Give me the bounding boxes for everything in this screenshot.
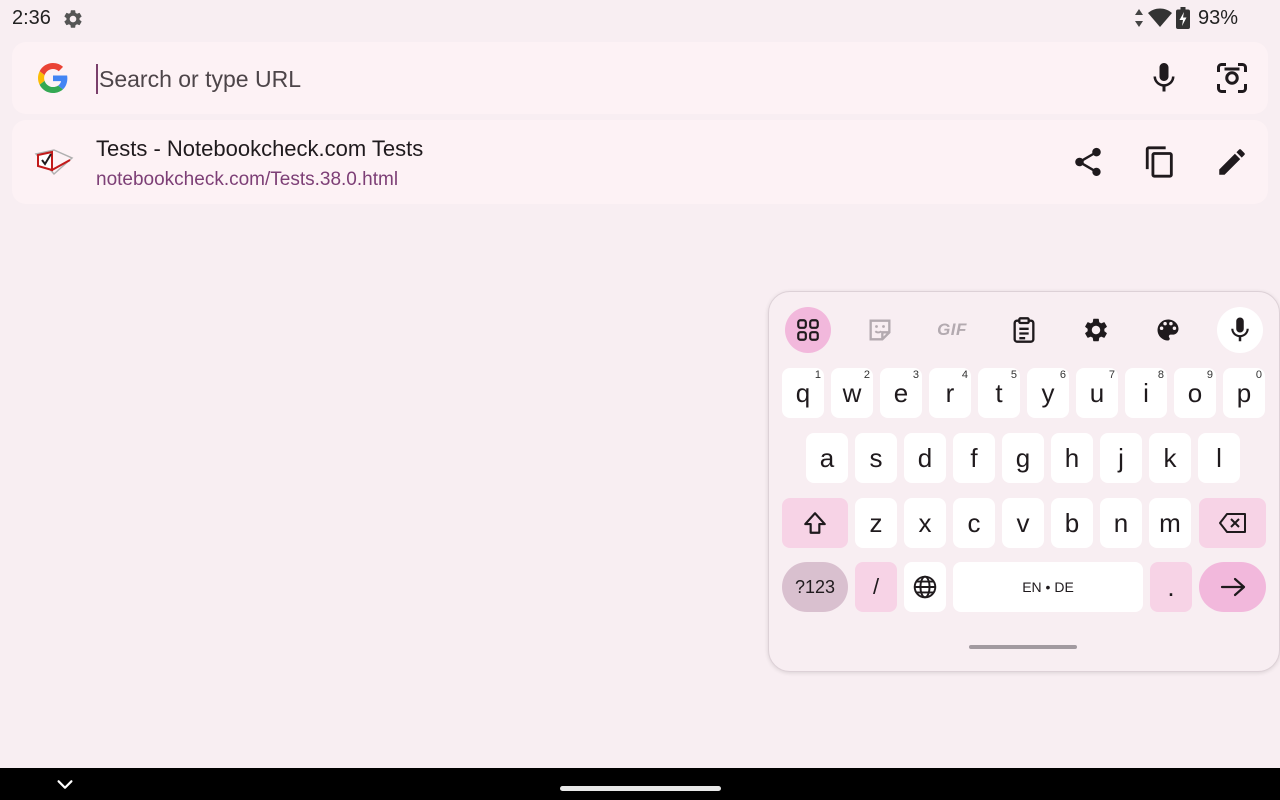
- key-n[interactable]: n: [1100, 498, 1142, 548]
- navigation-bar: [0, 768, 1280, 800]
- apps-grid-button[interactable]: [785, 307, 831, 353]
- lens-search-button[interactable]: [1214, 60, 1250, 96]
- clipboard-button[interactable]: [1001, 307, 1047, 353]
- sticker-button[interactable]: [857, 307, 903, 353]
- key-i[interactable]: i8: [1125, 368, 1167, 418]
- key-a[interactable]: a: [806, 433, 848, 483]
- status-bar: 2:36 93%: [0, 0, 1280, 36]
- key-g[interactable]: g: [1002, 433, 1044, 483]
- search-placeholder: Search or type URL: [99, 65, 301, 92]
- palette-icon: [1157, 319, 1179, 341]
- key-b[interactable]: b: [1051, 498, 1093, 548]
- key-e[interactable]: e3: [880, 368, 922, 418]
- chevron-down-icon[interactable]: [54, 774, 76, 796]
- symbols-key[interactable]: ?123: [782, 562, 848, 612]
- copy-button[interactable]: [1140, 142, 1180, 182]
- key-c[interactable]: c: [953, 498, 995, 548]
- status-indicators: 93%: [1134, 6, 1238, 30]
- battery-charging-icon: [1175, 7, 1190, 29]
- notebookcheck-favicon-icon: [34, 149, 74, 176]
- key-u[interactable]: u7: [1076, 368, 1118, 418]
- keyboard-settings-button[interactable]: [1073, 307, 1119, 353]
- shift-key[interactable]: [782, 498, 848, 548]
- wifi-icon: [1147, 8, 1172, 27]
- edit-button[interactable]: [1212, 142, 1252, 182]
- key-h[interactable]: h: [1051, 433, 1093, 483]
- theme-button[interactable]: [1145, 307, 1191, 353]
- text-caret: [96, 64, 98, 94]
- on-screen-keyboard[interactable]: GIF q1 w2 e3 r4 t5 y6 u7 i8 o9 p0 a s d …: [768, 291, 1280, 672]
- slash-key[interactable]: /: [855, 562, 897, 612]
- space-key[interactable]: EN • DE: [953, 562, 1143, 612]
- key-q[interactable]: q1: [782, 368, 824, 418]
- go-key[interactable]: [1199, 562, 1266, 612]
- mic-icon: [1231, 317, 1249, 342]
- shift-icon: [804, 512, 826, 534]
- keyboard-voice-button[interactable]: [1217, 307, 1263, 353]
- data-arrows-icon: [1134, 9, 1143, 27]
- suggestion-url: notebookcheck.com/Tests.38.0.html: [96, 169, 399, 190]
- key-k[interactable]: k: [1149, 433, 1191, 483]
- key-z[interactable]: z: [855, 498, 897, 548]
- key-p[interactable]: p0: [1223, 368, 1265, 418]
- clipboard-icon: [1013, 317, 1035, 343]
- arrow-right-icon: [1220, 577, 1245, 597]
- key-t[interactable]: t5: [978, 368, 1020, 418]
- apps-grid-icon: [797, 319, 819, 341]
- gif-button[interactable]: GIF: [929, 307, 975, 353]
- edit-icon: [1219, 149, 1245, 175]
- status-time: 2:36: [12, 7, 51, 29]
- key-d[interactable]: d: [904, 433, 946, 483]
- key-l[interactable]: l: [1198, 433, 1240, 483]
- suggestion-item[interactable]: Tests - Notebookcheck.com Tests notebook…: [12, 120, 1268, 204]
- keyboard-drag-handle[interactable]: [969, 645, 1077, 649]
- suggestion-title: Tests - Notebookcheck.com Tests: [96, 136, 424, 161]
- backspace-icon: [1218, 513, 1246, 533]
- gif-icon: GIF: [937, 320, 967, 339]
- home-gesture-pill[interactable]: [560, 786, 721, 791]
- omnibox[interactable]: Search or type URL: [12, 42, 1268, 114]
- mic-icon: [1153, 63, 1175, 92]
- share-button[interactable]: [1068, 142, 1108, 182]
- settings-status-icon: [64, 10, 82, 28]
- key-j[interactable]: j: [1100, 433, 1142, 483]
- key-y[interactable]: y6: [1027, 368, 1069, 418]
- share-icon: [1075, 147, 1101, 177]
- settings-icon: [1085, 318, 1107, 342]
- voice-search-button[interactable]: [1146, 60, 1182, 96]
- language-key[interactable]: [904, 562, 946, 612]
- backspace-key[interactable]: [1199, 498, 1266, 548]
- period-key[interactable]: .: [1150, 562, 1192, 612]
- key-m[interactable]: m: [1149, 498, 1191, 548]
- key-x[interactable]: x: [904, 498, 946, 548]
- key-s[interactable]: s: [855, 433, 897, 483]
- battery-percent: 93%: [1197, 6, 1238, 29]
- search-input[interactable]: Search or type URL: [96, 64, 1096, 94]
- globe-icon: [913, 575, 937, 599]
- google-logo-icon: [38, 63, 68, 93]
- key-w[interactable]: w2: [831, 368, 873, 418]
- key-o[interactable]: o9: [1174, 368, 1216, 418]
- copy-icon: [1145, 146, 1173, 178]
- sticker-icon: [869, 319, 891, 341]
- key-r[interactable]: r4: [929, 368, 971, 418]
- key-f[interactable]: f: [953, 433, 995, 483]
- camera-lens-icon: [1217, 63, 1247, 93]
- key-v[interactable]: v: [1002, 498, 1044, 548]
